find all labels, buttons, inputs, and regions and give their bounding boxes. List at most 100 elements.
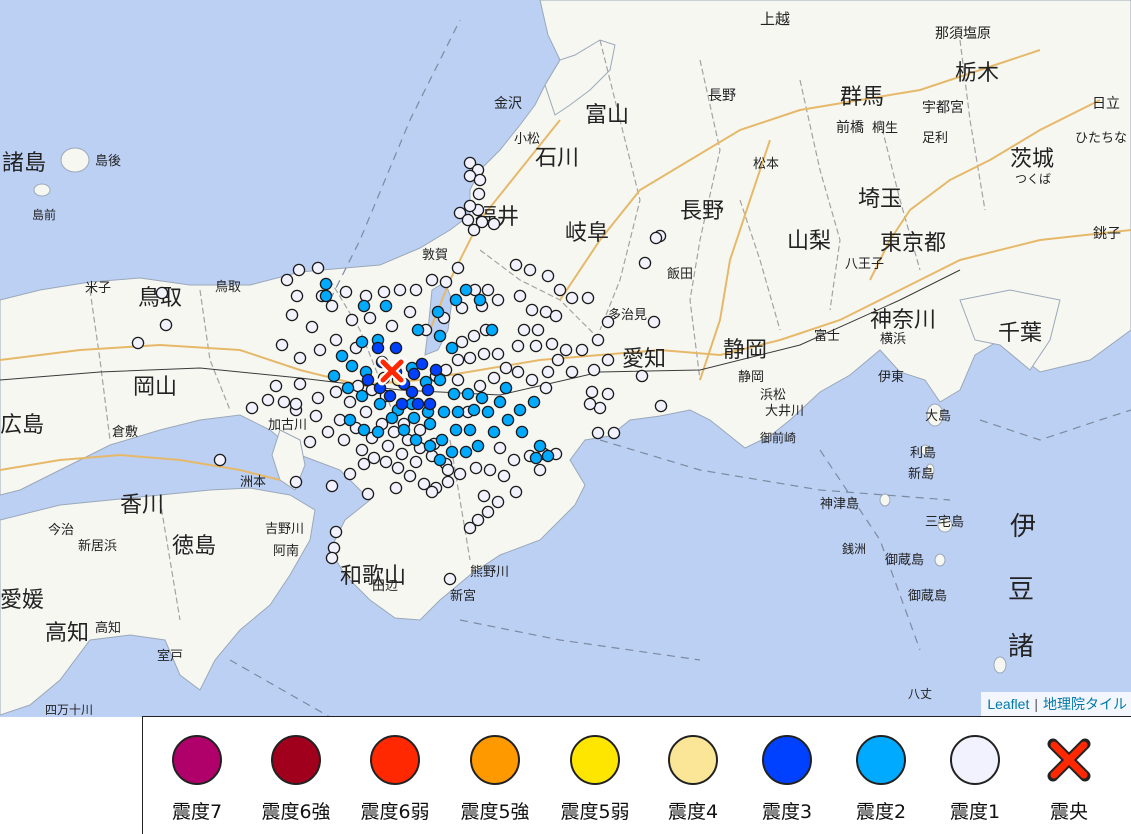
intensity-2-marker[interactable] xyxy=(397,423,411,437)
intensity-1-marker[interactable] xyxy=(591,333,605,347)
intensity-1-marker[interactable] xyxy=(649,231,663,245)
intensity-1-marker[interactable] xyxy=(441,463,455,477)
intensity-2-marker[interactable] xyxy=(319,289,333,303)
intensity-3-marker[interactable] xyxy=(411,397,425,411)
intensity-1-marker[interactable] xyxy=(491,293,505,307)
intensity-1-marker[interactable] xyxy=(541,269,555,283)
intensity-2-marker[interactable] xyxy=(529,451,543,465)
intensity-2-marker[interactable] xyxy=(357,423,371,437)
intensity-1-marker[interactable] xyxy=(303,435,317,449)
intensity-2-marker[interactable] xyxy=(433,329,447,343)
intensity-1-marker[interactable] xyxy=(290,289,304,303)
intensity-3-marker[interactable] xyxy=(371,341,385,355)
intensity-1-marker[interactable] xyxy=(587,363,601,377)
intensity-2-marker[interactable] xyxy=(371,425,385,439)
intensity-1-marker[interactable] xyxy=(531,323,545,337)
intensity-1-marker[interactable] xyxy=(549,309,563,323)
map-view[interactable]: 上越 那須塩原 栃木 金沢 長野 群馬 宇都宮 富山 前橋 桐生 足利 日立 小松 石川 茨城 ひたちな 諸島島… xyxy=(0,0,1131,717)
intensity-1-marker[interactable] xyxy=(525,303,539,317)
intensity-1-marker[interactable] xyxy=(481,505,495,519)
intensity-1-marker[interactable] xyxy=(472,187,486,201)
intensity-3-marker[interactable] xyxy=(407,367,421,381)
intensity-1-marker[interactable] xyxy=(509,258,523,272)
intensity-2-marker[interactable] xyxy=(451,405,465,419)
intensity-1-marker[interactable] xyxy=(329,525,343,539)
intensity-2-marker[interactable] xyxy=(345,359,359,373)
intensity-1-marker[interactable] xyxy=(533,463,547,477)
intensity-1-marker[interactable] xyxy=(529,339,543,353)
intensity-1-marker[interactable] xyxy=(280,273,294,287)
intensity-1-marker[interactable] xyxy=(463,351,477,365)
intensity-1-marker[interactable] xyxy=(467,223,481,237)
intensity-1-marker[interactable] xyxy=(361,487,375,501)
intensity-1-marker[interactable] xyxy=(491,347,505,361)
intensity-1-marker[interactable] xyxy=(461,213,475,227)
intensity-1-marker[interactable] xyxy=(443,572,457,586)
intensity-1-marker[interactable] xyxy=(377,285,391,299)
intensity-1-marker[interactable] xyxy=(471,513,485,527)
intensity-1-marker[interactable] xyxy=(289,475,303,489)
intensity-1-marker[interactable] xyxy=(311,391,325,405)
intensity-1-marker[interactable] xyxy=(355,443,369,457)
intensity-1-marker[interactable] xyxy=(343,467,357,481)
intensity-1-marker[interactable] xyxy=(389,481,403,495)
intensity-1-marker[interactable] xyxy=(511,339,525,353)
intensity-1-marker[interactable] xyxy=(583,397,597,411)
intensity-2-marker[interactable] xyxy=(459,445,473,459)
intensity-1-marker[interactable] xyxy=(491,495,505,509)
intensity-1-marker[interactable] xyxy=(289,397,303,411)
intensity-1-marker[interactable] xyxy=(293,377,307,391)
intensity-1-marker[interactable] xyxy=(565,365,579,379)
intensity-1-marker[interactable] xyxy=(525,373,539,387)
intensity-1-marker[interactable] xyxy=(159,318,173,332)
intensity-3-marker[interactable] xyxy=(415,357,429,371)
intensity-2-marker[interactable] xyxy=(327,369,341,383)
intensity-1-marker[interactable] xyxy=(393,283,407,297)
intensity-1-marker[interactable] xyxy=(275,338,289,352)
intensity-1-marker[interactable] xyxy=(601,315,615,329)
intensity-1-marker[interactable] xyxy=(455,335,469,349)
intensity-1-marker[interactable] xyxy=(359,405,373,419)
intensity-1-marker[interactable] xyxy=(635,369,649,383)
intensity-1-marker[interactable] xyxy=(499,361,513,375)
intensity-1-marker[interactable] xyxy=(403,305,417,319)
intensity-2-marker[interactable] xyxy=(499,381,513,395)
intensity-1-marker[interactable] xyxy=(559,343,573,357)
intensity-2-marker[interactable] xyxy=(379,299,393,313)
intensity-3-marker[interactable] xyxy=(429,363,443,377)
intensity-2-marker[interactable] xyxy=(385,411,399,425)
intensity-2-marker[interactable] xyxy=(445,445,459,459)
intensity-2-marker[interactable] xyxy=(411,323,425,337)
intensity-3-marker[interactable] xyxy=(423,397,437,411)
intensity-2-marker[interactable] xyxy=(433,453,447,467)
intensity-1-marker[interactable] xyxy=(367,451,381,465)
intensity-1-marker[interactable] xyxy=(313,343,327,357)
intensity-1-marker[interactable] xyxy=(453,467,467,481)
intensity-2-marker[interactable] xyxy=(501,413,515,427)
intensity-1-marker[interactable] xyxy=(439,275,453,289)
intensity-1-marker[interactable] xyxy=(311,261,325,275)
intensity-2-marker[interactable] xyxy=(423,417,437,431)
intensity-2-marker[interactable] xyxy=(437,405,451,419)
intensity-1-marker[interactable] xyxy=(481,283,495,297)
intensity-1-marker[interactable] xyxy=(325,479,339,493)
intensity-2-marker[interactable] xyxy=(485,323,499,337)
intensity-1-marker[interactable] xyxy=(585,385,599,399)
intensity-1-marker[interactable] xyxy=(463,199,477,213)
intensity-1-marker[interactable] xyxy=(541,365,555,379)
intensity-2-marker[interactable] xyxy=(355,389,369,403)
intensity-1-marker[interactable] xyxy=(305,320,319,334)
intensity-2-marker[interactable] xyxy=(343,413,357,427)
intensity-1-marker[interactable] xyxy=(467,329,481,343)
intensity-1-marker[interactable] xyxy=(647,315,661,329)
intensity-1-marker[interactable] xyxy=(607,426,621,440)
intensity-1-marker[interactable] xyxy=(517,323,531,337)
intensity-1-marker[interactable] xyxy=(357,457,371,471)
intensity-1-marker[interactable] xyxy=(601,387,615,401)
intensity-1-marker[interactable] xyxy=(277,395,291,409)
intensity-1-marker[interactable] xyxy=(565,291,579,305)
intensity-1-marker[interactable] xyxy=(329,333,343,347)
intensity-1-marker[interactable] xyxy=(511,365,525,379)
intensity-1-marker[interactable] xyxy=(469,461,483,475)
intensity-2-marker[interactable] xyxy=(463,423,477,437)
